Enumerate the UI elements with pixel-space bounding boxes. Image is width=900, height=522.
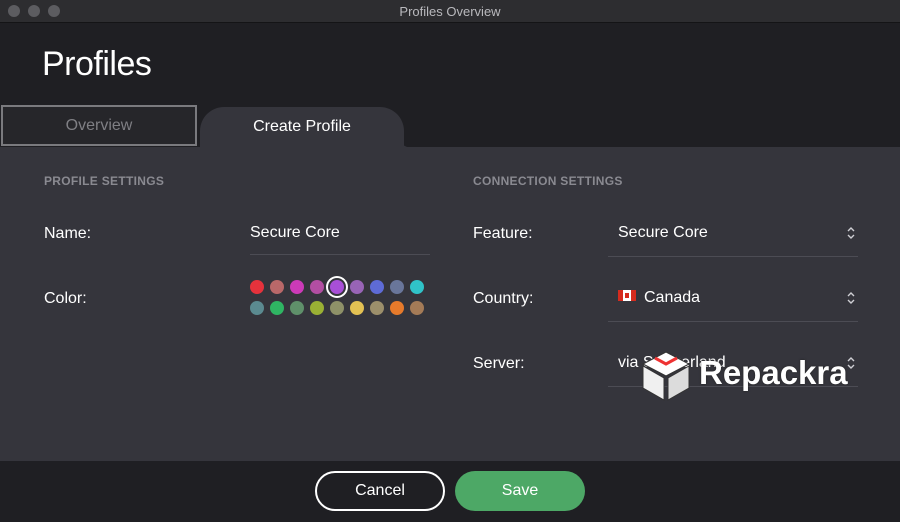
tab-create-profile[interactable]: Create Profile: [200, 107, 404, 152]
feature-select[interactable]: Secure Core: [608, 221, 858, 257]
watermark-text: Repackra: [699, 354, 848, 391]
color-row-1: [250, 280, 430, 294]
color-swatch[interactable]: [370, 301, 384, 315]
color-label: Color:: [44, 290, 87, 307]
name-label: Name:: [44, 225, 92, 242]
server-label: Server:: [473, 355, 525, 372]
cancel-button[interactable]: Cancel: [315, 471, 445, 511]
tab-overview[interactable]: Overview: [1, 105, 197, 146]
color-swatch[interactable]: [270, 280, 284, 294]
canada-flag-icon: [618, 290, 636, 301]
feature-label: Feature:: [473, 225, 533, 242]
color-swatch[interactable]: [270, 301, 284, 315]
country-label: Country:: [473, 290, 534, 307]
window-title: Profiles Overview: [399, 4, 501, 19]
color-swatch[interactable]: [330, 301, 344, 315]
feature-select-value: Secure Core: [618, 224, 708, 241]
page-title: Profiles: [42, 45, 152, 83]
watermark: Repackra: [637, 348, 867, 404]
profile-form-panel: PROFILE SETTINGS Name: Secure Core Color…: [0, 147, 900, 461]
color-swatch[interactable]: [370, 280, 384, 294]
color-swatch[interactable]: [290, 280, 304, 294]
color-swatch[interactable]: [350, 301, 364, 315]
name-input-value: Secure Core: [250, 224, 340, 241]
color-swatch[interactable]: [410, 280, 424, 294]
color-swatch[interactable]: [390, 301, 404, 315]
app-window: Profiles Overview Profiles Overview Crea…: [0, 0, 900, 522]
footer-bar: Cancel Save: [0, 461, 900, 522]
save-button[interactable]: Save: [455, 471, 585, 511]
color-swatch[interactable]: [290, 301, 304, 315]
profile-settings-heading: PROFILE SETTINGS: [44, 174, 165, 188]
chevron-updown-icon: [847, 227, 855, 239]
chevron-updown-icon: [847, 292, 855, 304]
color-swatch[interactable]: [250, 301, 264, 315]
color-swatch[interactable]: [390, 280, 404, 294]
color-swatch[interactable]: [410, 301, 424, 315]
name-input[interactable]: Secure Core: [250, 221, 430, 255]
country-select[interactable]: Canada: [608, 286, 858, 322]
color-swatch[interactable]: [350, 280, 364, 294]
color-picker: [250, 280, 430, 322]
box-logo-icon: [641, 351, 691, 401]
color-swatch[interactable]: [250, 280, 264, 294]
color-swatch[interactable]: [310, 280, 324, 294]
color-swatch[interactable]: [310, 301, 324, 315]
country-select-value: Canada: [644, 289, 701, 306]
color-swatch[interactable]: [330, 280, 344, 294]
color-row-2: [250, 301, 430, 315]
connection-settings-heading: CONNECTION SETTINGS: [473, 174, 623, 188]
title-bar: Profiles Overview: [0, 0, 900, 23]
